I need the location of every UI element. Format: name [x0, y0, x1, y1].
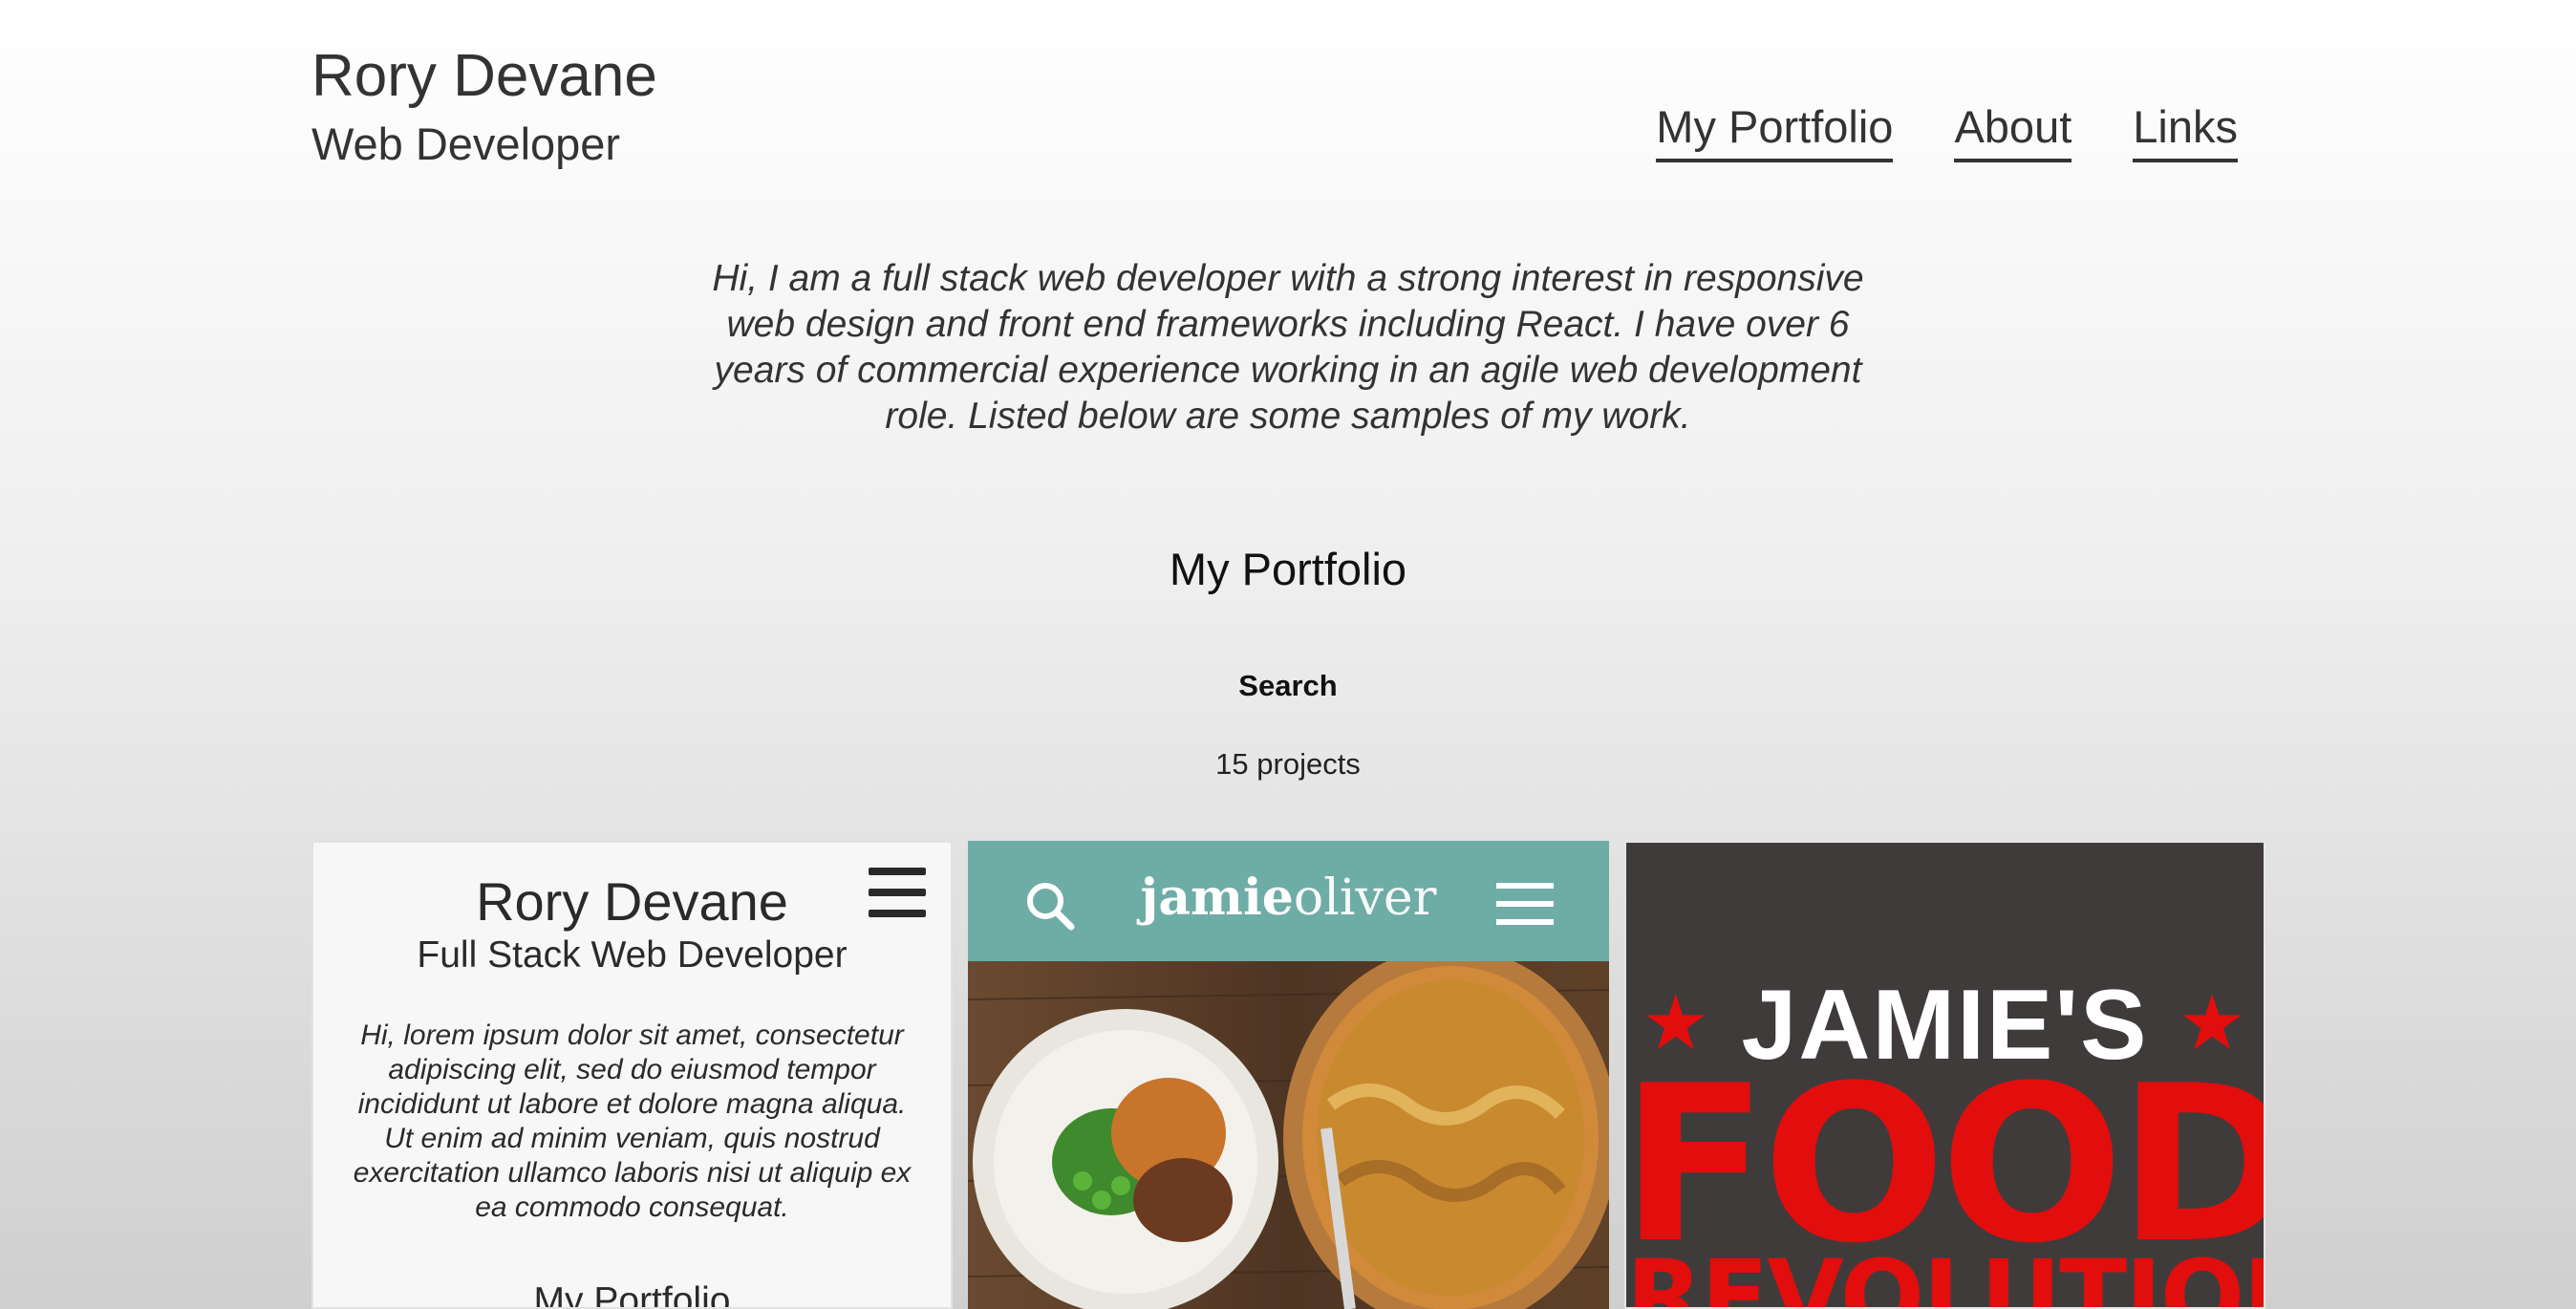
card-preview-text: Hi, lorem ipsum dolor sit amet, consecte…: [353, 1019, 912, 1223]
hamburger-icon: [1496, 883, 1554, 937]
card-preview-subtitle: Full Stack Web Developer: [417, 934, 848, 976]
card-preview-header: jamieoliver: [968, 841, 1609, 961]
portfolio-heading: My Portfolio: [1169, 544, 1407, 594]
nav-link-about[interactable]: About: [1954, 99, 2072, 162]
intro-text: Hi, I am a full stack web developer with…: [712, 258, 1864, 437]
card-preview-section: My Portfolio: [533, 1280, 731, 1309]
hamburger-icon: [869, 868, 926, 925]
project-count: 15 projects: [1215, 747, 1361, 781]
food-photo: [968, 961, 1609, 1309]
project-card-portfolio[interactable]: Rory Devane Full Stack Web Developer Hi,…: [311, 841, 953, 1309]
nav-link-my-portfolio[interactable]: My Portfolio: [1656, 99, 1894, 162]
nav-link-links[interactable]: Links: [2133, 99, 2238, 162]
project-card-food-revolution[interactable]: ★ JAMIE'S ★ FOOD REVOLUTION: [1624, 841, 2265, 1309]
project-grid: Rory Devane Full Stack Web Developer Hi,…: [311, 841, 2266, 1309]
main-nav: My Portfolio About Links: [1656, 99, 2238, 162]
card-preview-title: Rory Devane: [476, 871, 788, 932]
site-name: Rory Devane: [311, 43, 657, 109]
food-revolution-line3: REVOLUTION: [1626, 1238, 2265, 1309]
project-card-jamie-oliver[interactable]: jamieoliver: [968, 841, 1609, 1309]
search-toggle[interactable]: Search: [0, 667, 2576, 705]
site-role: Web Developer: [311, 118, 621, 169]
brand: Rory Devane Web Developer: [311, 38, 657, 174]
